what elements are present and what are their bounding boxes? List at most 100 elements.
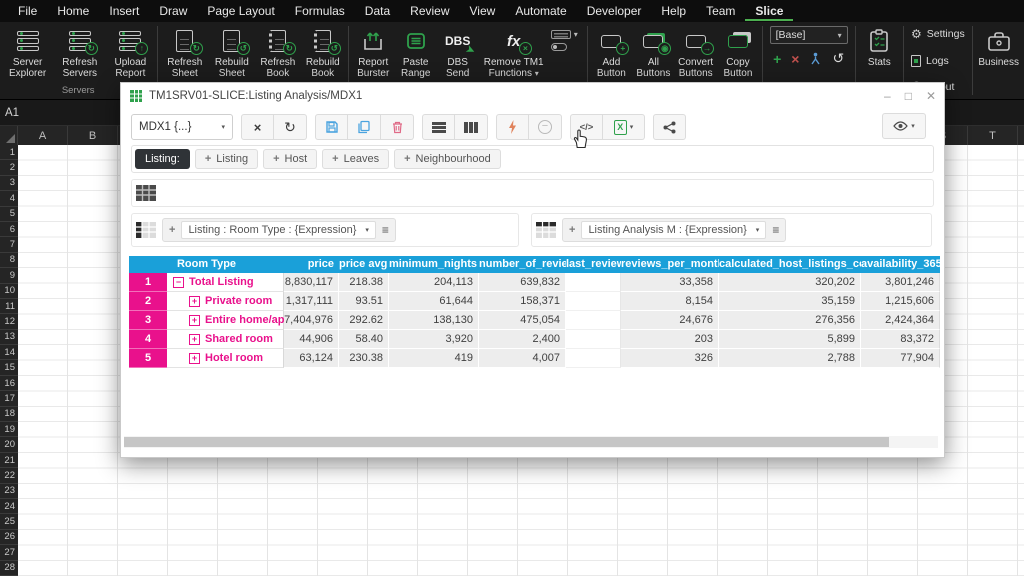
row-header[interactable]: 2: [0, 160, 18, 175]
row-header[interactable]: 12: [0, 314, 18, 329]
row-header[interactable]: 21: [0, 453, 18, 468]
value-cell[interactable]: 2,400: [479, 330, 566, 349]
value-cell[interactable]: 218.38: [339, 273, 389, 292]
value-cell[interactable]: 204,113: [389, 273, 479, 292]
delete-view-button[interactable]: [381, 114, 414, 140]
value-cell[interactable]: 326: [621, 349, 719, 368]
copy-button-button[interactable]: Copy Button: [717, 26, 759, 80]
value-cell[interactable]: 24,676: [621, 311, 719, 330]
value-cell[interactable]: 1,317,111: [284, 292, 339, 311]
row-label-cell[interactable]: + Private room: [167, 292, 284, 311]
menu-tab[interactable]: Help: [651, 1, 696, 21]
value-cell[interactable]: 5,899: [719, 330, 861, 349]
column-header-cell[interactable]: price avg: [339, 256, 389, 273]
value-cell[interactable]: 4,007: [479, 349, 566, 368]
row-header[interactable]: 27: [0, 545, 18, 560]
room-type-header[interactable]: Room Type: [129, 256, 284, 273]
row-header[interactable]: 19: [0, 422, 18, 437]
expand-toggle-icon[interactable]: +: [189, 353, 200, 364]
add-button-button[interactable]: + Add Button: [590, 26, 632, 80]
column-header-cell[interactable]: calculated_host_listings_count: [719, 256, 861, 273]
column-header-cell[interactable]: number_of_reviews: [479, 256, 566, 273]
value-cell[interactable]: 292.62: [339, 311, 389, 330]
menu-tab[interactable]: Insert: [99, 1, 149, 21]
minimize-button[interactable]: –: [884, 89, 891, 103]
menu-tab[interactable]: Developer: [577, 1, 652, 21]
share-button[interactable]: [653, 114, 686, 140]
dimension-chip[interactable]: + Listing: [195, 149, 258, 169]
value-cell[interactable]: 203: [621, 330, 719, 349]
suppress-zeros-button[interactable]: −: [529, 114, 562, 140]
row-label-cell[interactable]: + Entire home/apt: [167, 311, 284, 330]
value-cell[interactable]: 2,788: [719, 349, 861, 368]
maximize-button[interactable]: □: [905, 89, 912, 103]
value-cell[interactable]: 93.51: [339, 292, 389, 311]
horizontal-scrollbar[interactable]: [124, 436, 938, 448]
expand-toggle-icon[interactable]: −: [173, 277, 184, 288]
all-buttons-button[interactable]: ◉ All Buttons: [632, 26, 674, 80]
business-button[interactable]: Business: [975, 26, 1022, 69]
export-excel-button[interactable]: X ▾: [603, 114, 645, 140]
row-header[interactable]: 11: [0, 299, 18, 314]
sandbox-select[interactable]: [Base] ▾: [770, 26, 848, 44]
chevron-down-icon[interactable]: ▾: [574, 30, 578, 39]
menu-tab[interactable]: Home: [47, 1, 99, 21]
chevron-down-icon[interactable]: ▾: [365, 226, 369, 234]
refresh-view-button[interactable]: ↻: [274, 114, 307, 140]
value-cell[interactable]: 44,906: [284, 330, 339, 349]
value-cell[interactable]: [566, 292, 621, 311]
clear-view-button[interactable]: ×: [241, 114, 274, 140]
columns-zone[interactable]: + Listing Analysis M : {Expression} ▾ ≡: [531, 213, 932, 247]
view-select[interactable]: MDX1 {...} ▾: [131, 114, 233, 140]
rows-zone[interactable]: + Listing : Room Type : {Expression} ▾ ≡: [131, 213, 519, 247]
value-cell[interactable]: 320,202: [719, 273, 861, 292]
row-header[interactable]: 18: [0, 407, 18, 422]
view-options-button[interactable]: ▾: [882, 113, 926, 139]
menu-tab[interactable]: View: [460, 1, 506, 21]
menu-tab[interactable]: Review: [400, 1, 459, 21]
pages-zone[interactable]: [131, 179, 934, 207]
refresh-servers-button[interactable]: ↻ Refresh Servers: [53, 26, 106, 80]
value-cell[interactable]: [566, 349, 621, 368]
value-cell[interactable]: 158,371: [479, 292, 566, 311]
menu-tab[interactable]: Data: [355, 1, 400, 21]
menu-tab[interactable]: File: [8, 1, 47, 21]
row-label-cell[interactable]: + Hotel room: [167, 349, 284, 368]
dbs-send-button[interactable]: DBS ➤ DBS Send: [437, 26, 479, 80]
column-header-cell[interactable]: availability_365: [861, 256, 940, 273]
row-number-cell[interactable]: 5: [129, 349, 167, 368]
dialog-title-bar[interactable]: TM1SRV01-SLICE:Listing Analysis/MDX1 – □…: [121, 83, 944, 109]
dimension-chip[interactable]: + Leaves: [322, 149, 389, 169]
value-cell[interactable]: 230.38: [339, 349, 389, 368]
column-header-cell[interactable]: reviews_per_month: [621, 256, 719, 273]
value-cell[interactable]: 475,054: [479, 311, 566, 330]
rows-dimension-chip[interactable]: + Listing : Room Type : {Expression} ▾ ≡: [162, 218, 396, 242]
stats-button[interactable]: Stats: [858, 26, 900, 69]
refresh-book-button[interactable]: ↻ Refresh Book: [255, 26, 300, 80]
expand-toggle-icon[interactable]: +: [189, 334, 200, 345]
row-label-cell[interactable]: + Shared room: [167, 330, 284, 349]
value-cell[interactable]: 138,130: [389, 311, 479, 330]
chevron-down-icon[interactable]: ▾: [756, 226, 760, 234]
value-cell[interactable]: [566, 273, 621, 292]
settings-button[interactable]: ⚙ Settings: [911, 26, 965, 42]
sandbox-branch-icon[interactable]: [809, 52, 822, 66]
value-cell[interactable]: 419: [389, 349, 479, 368]
sandbox-delete-icon[interactable]: ×: [791, 51, 799, 67]
save-view-button[interactable]: [315, 114, 348, 140]
row-header[interactable]: 7: [0, 237, 18, 252]
value-cell[interactable]: 35,159: [719, 292, 861, 311]
row-layout-button[interactable]: [422, 114, 455, 140]
row-header[interactable]: 16: [0, 376, 18, 391]
column-header[interactable]: B: [68, 126, 118, 145]
value-cell[interactable]: 1,215,606: [861, 292, 940, 311]
row-number-cell[interactable]: 1: [129, 273, 167, 292]
row-header[interactable]: 6: [0, 222, 18, 237]
close-button[interactable]: ✕: [926, 89, 936, 103]
row-header[interactable]: 15: [0, 360, 18, 375]
column-header-cell[interactable]: minimum_nights: [389, 256, 479, 273]
subset-list-icon[interactable]: ≡: [382, 223, 389, 237]
menu-tab[interactable]: Automate: [505, 1, 576, 21]
scrollbar-thumb[interactable]: [124, 437, 889, 447]
row-number-cell[interactable]: 3: [129, 311, 167, 330]
